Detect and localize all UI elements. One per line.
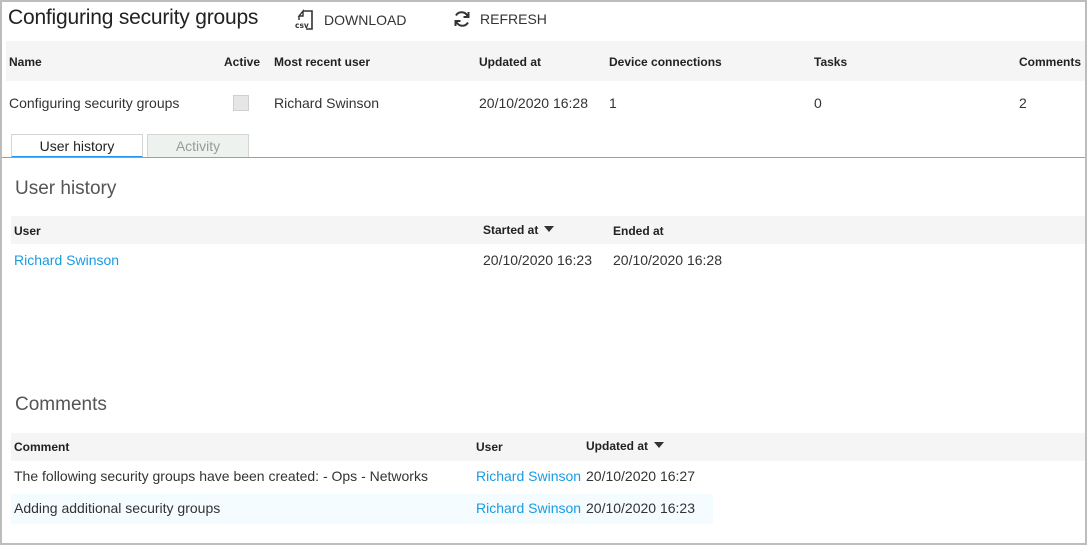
summary-col-comments[interactable]: Comments xyxy=(1019,55,1081,69)
comments-title: Comments xyxy=(15,394,107,415)
tab-divider xyxy=(2,157,1085,158)
comments-col-updated-at[interactable]: Updated at xyxy=(586,439,665,453)
updated-at-label: Updated at xyxy=(586,439,649,453)
comment-text: The following security groups have been … xyxy=(14,468,428,484)
user-history-ended-at: 20/10/2020 16:28 xyxy=(613,252,722,268)
summary-tasks: 0 xyxy=(814,95,822,111)
active-checkbox[interactable] xyxy=(233,95,249,111)
summary-col-updated-at[interactable]: Updated at xyxy=(479,55,541,69)
comment-text: Adding additional security groups xyxy=(14,500,221,516)
summary-comments: 2 xyxy=(1019,95,1027,111)
comment-updated-at: 20/10/2020 16:27 xyxy=(586,468,695,484)
svg-text:csv: csv xyxy=(295,21,309,30)
user-history-started-at: 20/10/2020 16:23 xyxy=(483,252,592,268)
summary-name: Configuring security groups xyxy=(9,95,180,111)
download-label: DOWNLOAD xyxy=(324,12,407,28)
summary-header-row xyxy=(6,41,1085,81)
user-history-col-ended-at[interactable]: Ended at xyxy=(613,224,664,238)
summary-col-most-recent-user[interactable]: Most recent user xyxy=(274,55,370,69)
summary-col-device-connections[interactable]: Device connections xyxy=(609,55,722,69)
download-csv-button[interactable]: csv DOWNLOAD xyxy=(294,9,406,31)
tab-user-history[interactable]: User history xyxy=(11,134,143,158)
user-history-col-started-at[interactable]: Started at xyxy=(483,223,555,237)
summary-most-recent-user: Richard Swinson xyxy=(274,95,380,111)
comment-user-link[interactable]: Richard Swinson xyxy=(476,468,581,484)
user-history-title: User history xyxy=(15,178,117,199)
csv-file-icon: csv xyxy=(294,9,316,31)
user-history-col-user[interactable]: User xyxy=(14,224,41,238)
summary-col-active[interactable]: Active xyxy=(224,55,260,69)
page-title: Configuring security groups xyxy=(8,6,259,29)
comments-col-user[interactable]: User xyxy=(476,440,503,454)
refresh-label: REFRESH xyxy=(480,11,547,27)
comments-header-row xyxy=(11,433,1085,461)
summary-updated-at: 20/10/2020 16:28 xyxy=(479,95,588,111)
tab-activity[interactable]: Activity xyxy=(147,134,249,158)
summary-col-tasks[interactable]: Tasks xyxy=(814,55,847,69)
sort-desc-icon xyxy=(544,226,555,232)
comment-updated-at: 20/10/2020 16:23 xyxy=(586,500,695,516)
page-frame: Configuring security groups csv DOWNLOAD… xyxy=(0,0,1087,545)
refresh-icon xyxy=(452,9,472,29)
summary-device-connections: 1 xyxy=(609,95,617,111)
summary-col-name[interactable]: Name xyxy=(9,55,42,69)
comment-user-link[interactable]: Richard Swinson xyxy=(476,500,581,516)
comments-col-comment[interactable]: Comment xyxy=(14,440,69,454)
user-history-user-link[interactable]: Richard Swinson xyxy=(14,252,119,268)
sort-desc-icon xyxy=(654,442,665,448)
refresh-button[interactable]: REFRESH xyxy=(452,9,547,29)
started-at-label: Started at xyxy=(483,223,539,237)
